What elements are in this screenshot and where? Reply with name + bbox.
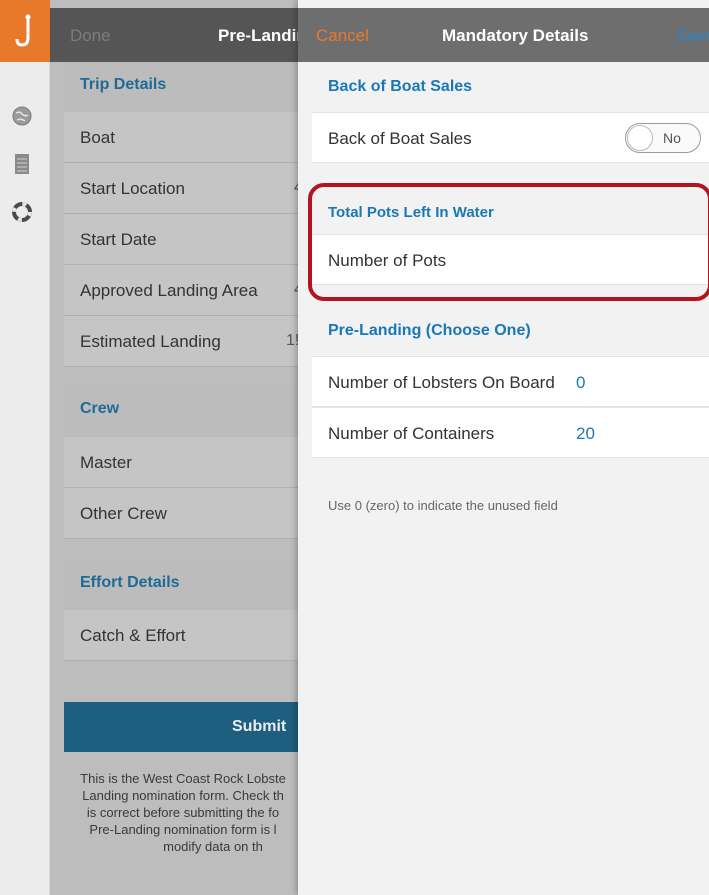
- row-number-of-lobsters[interactable]: Number of Lobsters On Board 0: [312, 356, 709, 407]
- modal-nav-bar: Cancel Mandatory Details Save: [298, 8, 709, 62]
- app-rail: [0, 0, 50, 895]
- number-of-lobsters-input[interactable]: 0: [576, 373, 585, 393]
- globe-icon[interactable]: [10, 104, 34, 128]
- footer-line: Landing nomination form. Check th: [82, 788, 284, 803]
- hint-text: Use 0 (zero) to indicate the unused fiel…: [328, 498, 558, 513]
- row-label: Estimated Landing: [80, 332, 221, 351]
- row-label: Approved Landing Area: [80, 281, 258, 300]
- modal-title: Mandatory Details: [442, 26, 589, 45]
- done-button[interactable]: Done: [70, 26, 111, 46]
- section-pre-landing: Pre-Landing (Choose One): [312, 306, 709, 356]
- footer-line: modify data on th: [163, 839, 263, 854]
- highlight-box: [308, 183, 709, 301]
- row-label: Number of Lobsters On Board: [328, 373, 555, 392]
- number-of-containers-input[interactable]: 20: [576, 424, 595, 444]
- cancel-button[interactable]: Cancel: [316, 26, 369, 46]
- row-label: Back of Boat Sales: [328, 129, 472, 148]
- row-label: Catch & Effort: [80, 626, 186, 645]
- lifebuoy-icon[interactable]: [10, 200, 34, 224]
- section-label: Pre-Landing (Choose One): [328, 322, 531, 339]
- row-label: Boat: [80, 128, 115, 147]
- footer-line: Pre-Landing nomination form is l: [89, 822, 277, 837]
- row-label: Number of Containers: [328, 424, 495, 443]
- section-label: Trip Details: [80, 76, 167, 93]
- row-label: Master: [80, 453, 132, 472]
- row-back-of-boat-sales: Back of Boat Sales No: [312, 112, 709, 163]
- form-footer-text: This is the West Coast Rock Lobste Landi…: [64, 770, 302, 855]
- row-label: Start Date: [80, 230, 157, 249]
- save-button[interactable]: Save: [676, 26, 709, 46]
- section-label: Back of Boat Sales: [328, 78, 473, 95]
- back-of-boat-toggle[interactable]: No: [625, 123, 701, 153]
- footer-line: This is the West Coast Rock Lobste: [80, 771, 286, 786]
- section-label: Crew: [80, 400, 120, 417]
- mandatory-details-modal: Cancel Mandatory Details Save Back of Bo…: [298, 0, 709, 895]
- hook-icon[interactable]: [0, 0, 50, 62]
- section-label: Effort Details: [80, 574, 180, 591]
- submit-label: Submit: [232, 718, 287, 735]
- row-number-of-containers[interactable]: Number of Containers 20: [312, 407, 709, 458]
- document-list-icon[interactable]: [10, 152, 34, 176]
- row-label: Start Location: [80, 179, 185, 198]
- row-label: Other Crew: [80, 504, 167, 523]
- toggle-value: No: [663, 130, 681, 146]
- section-back-of-boat-sales: Back of Boat Sales: [312, 62, 709, 112]
- toggle-knob: [627, 125, 653, 151]
- footer-line: is correct before submitting the fo: [86, 805, 280, 820]
- form-title: Pre-Landir: [218, 26, 304, 45]
